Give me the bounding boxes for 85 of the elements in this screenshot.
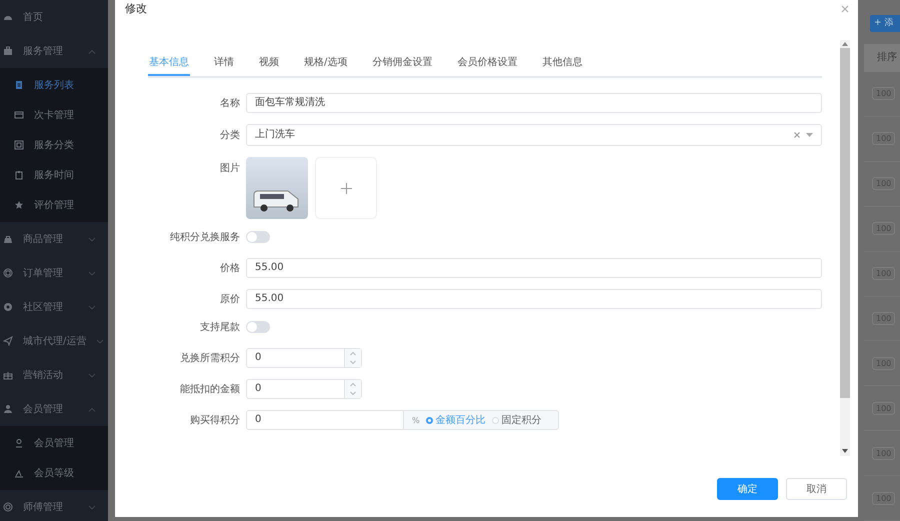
menu-item[interactable]: 服务管理 (0, 34, 108, 68)
chart-icon (14, 468, 24, 478)
tab[interactable]: 视频 (258, 55, 280, 74)
chevron-icon (96, 338, 104, 344)
number-field[interactable]: 0 (246, 348, 362, 368)
input-field[interactable]: 55.00 (246, 258, 822, 278)
field-label: 购买得积分 (189, 414, 241, 427)
toggle-switch[interactable] (246, 321, 270, 333)
field-value: 0 (255, 351, 262, 365)
submenu-item[interactable]: 会员管理 (0, 428, 108, 458)
document-icon (14, 80, 24, 90)
tab[interactable]: 详情 (213, 55, 235, 74)
menu-item[interactable]: 商品管理 (0, 222, 108, 256)
field-label: 原价 (219, 293, 241, 306)
bag-icon (3, 234, 13, 244)
input-field[interactable]: 面包车常规清洗 (246, 93, 822, 113)
field-label: 名称 (219, 97, 241, 110)
dialog-title: 修改 (125, 1, 147, 16)
scroll-up-icon (842, 42, 848, 46)
field-label: 图片 (219, 162, 241, 175)
upload-button[interactable] (315, 157, 377, 219)
ring-icon (3, 502, 13, 512)
gift-icon (3, 370, 13, 380)
input-field[interactable]: 55.00 (246, 289, 822, 309)
submenu-item[interactable]: 评价管理 (0, 190, 108, 220)
field-label: 兑换所需积分 (179, 352, 241, 365)
chevron-icon (88, 304, 96, 310)
select-field[interactable]: 上门洗车 (246, 124, 822, 146)
select-value: 上门洗车 (255, 128, 296, 142)
chevron-icon (88, 48, 96, 54)
menu-item[interactable]: 城市代理/运营 (0, 324, 108, 358)
briefcase-icon (3, 46, 13, 56)
chevron-icon (88, 504, 96, 510)
toggle-switch[interactable] (246, 231, 270, 243)
send-icon (3, 336, 13, 346)
confirm-button[interactable]: 确定 (717, 478, 778, 500)
submenu-item[interactable]: 会员等级 (0, 458, 108, 488)
field-value: 0 (255, 382, 262, 396)
chevron-icon (88, 270, 96, 276)
radio-option[interactable]: 固定积分 (492, 413, 542, 427)
card-icon (14, 110, 24, 120)
number-field[interactable]: 0 (246, 379, 362, 399)
field-label: 支持尾款 (199, 320, 241, 334)
menu-item[interactable]: 营销活动 (0, 358, 108, 392)
submenu-item[interactable]: 服务时间 (0, 160, 108, 190)
field-label: 能抵扣的金额 (179, 382, 241, 396)
menu-item[interactable]: 会员管理 (0, 392, 108, 426)
picture-icon (14, 140, 24, 150)
submenu-item[interactable]: 服务列表 (0, 70, 108, 100)
menu-item[interactable]: 订单管理 (0, 256, 108, 290)
field-label: 纯积分兑换服务 (169, 230, 241, 244)
field-label: 价格 (219, 262, 241, 275)
tab[interactable]: 其他信息 (541, 55, 584, 74)
submenu-item[interactable]: 次卡管理 (0, 100, 108, 130)
plus-icon (340, 182, 352, 194)
clear-icon (794, 132, 800, 138)
cancel-button[interactable]: 取消 (786, 478, 847, 500)
unit-label: % (412, 416, 420, 424)
star-icon (14, 200, 24, 210)
chevron-icon (88, 406, 96, 412)
add-button[interactable]: + 添 (870, 15, 900, 32)
chevron-icon (88, 372, 96, 378)
scrollbar-thumb[interactable] (840, 48, 850, 398)
menu-item[interactable]: 师傅管理 (0, 490, 108, 521)
tab[interactable]: 分销佣金设置 (371, 55, 434, 74)
tab[interactable]: 基本信息 (148, 55, 190, 76)
chevron-icon (88, 236, 96, 242)
user-icon (3, 404, 13, 414)
scroll-down-icon (842, 449, 848, 453)
tab[interactable]: 规格/选项 (303, 55, 348, 74)
menu-item[interactable]: 首页 (0, 0, 108, 34)
circle-icon (3, 302, 13, 312)
submenu-item[interactable]: 服务分类 (0, 130, 108, 160)
tab[interactable]: 会员价格设置 (456, 55, 518, 74)
close-icon (841, 5, 849, 13)
caret-icon (806, 133, 813, 137)
radio-option[interactable]: 金额百分比 (426, 413, 486, 427)
scrollbar[interactable] (840, 40, 850, 456)
menu-item[interactable]: 社区管理 (0, 290, 108, 324)
user-icon (14, 438, 24, 448)
field-label: 分类 (219, 128, 241, 142)
stepper-icon (344, 380, 361, 398)
stepper-icon (344, 349, 361, 367)
input-field[interactable]: 0 (246, 410, 404, 430)
column-header: 排序 (864, 44, 900, 72)
